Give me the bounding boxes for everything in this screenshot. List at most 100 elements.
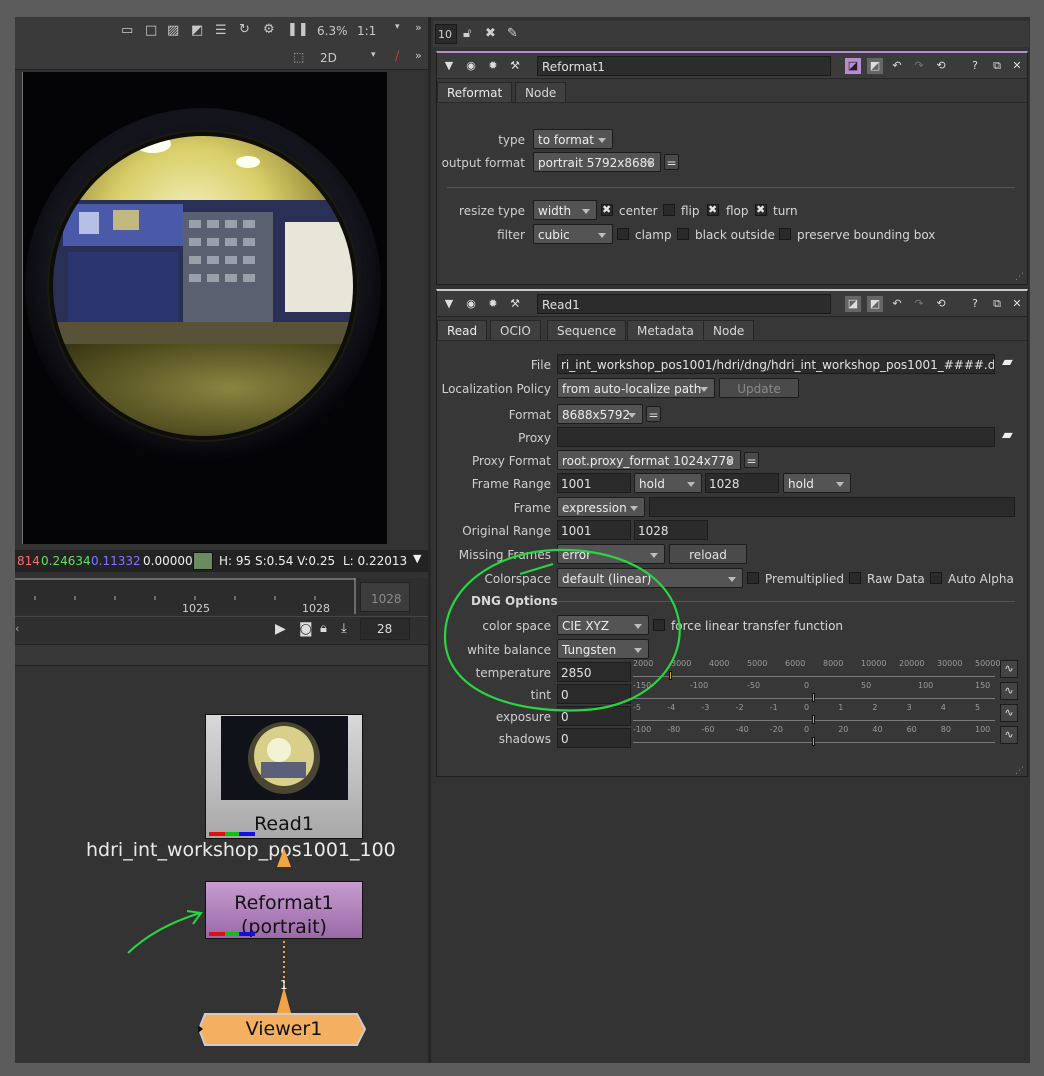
node-color-icon[interactable]: ◪ [845, 58, 861, 74]
frame-mode-dropdown[interactable]: expression [557, 497, 645, 517]
wrench-icon[interactable]: ⚒ [507, 58, 523, 74]
output-format-edit-button[interactable]: = [664, 154, 679, 170]
play-icon[interactable]: ▶ [275, 622, 286, 636]
update-button[interactable]: Update [719, 378, 799, 398]
end-frame-field[interactable]: 1028 [371, 593, 402, 605]
file-path-field[interactable]: ri_int_workshop_pos1001/hdri/dng/hdri_in… [557, 354, 995, 374]
flip-checkbox[interactable] [663, 204, 675, 216]
bug-icon[interactable]: ✹ [485, 58, 501, 74]
lock-panel-icon[interactable]: 🔓︎ [463, 27, 471, 40]
output-format-dropdown[interactable]: portrait 5792x8688 [533, 152, 661, 172]
localization-policy-dropdown[interactable]: from auto-localize path [557, 378, 715, 398]
lock-icon[interactable]: 🔒︎ [320, 622, 327, 635]
original-range-end-field[interactable]: 1028 [634, 520, 708, 540]
proxy-browse-icon[interactable]: ▰ [1002, 428, 1013, 442]
clamp-checkbox[interactable] [617, 228, 629, 240]
file-browse-icon[interactable]: ▰ [1002, 355, 1013, 369]
auto-alpha-checkbox[interactable] [930, 572, 942, 584]
tab-reformat[interactable]: Reformat [437, 82, 513, 102]
redo-icon[interactable]: ↷ [911, 296, 927, 312]
info-dropdown-icon[interactable]: ▼ [413, 553, 421, 564]
refresh-icon[interactable]: ↻ [239, 23, 250, 36]
frame-icon[interactable]: ▭ [121, 24, 133, 37]
collapse-icon[interactable]: ▼ [441, 58, 457, 74]
roi-icon[interactable]: ⬚ [293, 51, 304, 63]
collapse-icon[interactable]: ▼ [441, 296, 457, 312]
max-panels-field[interactable]: 10 [438, 29, 452, 40]
tab-node[interactable]: Node [703, 320, 755, 340]
timeline[interactable]: 1025 1028 1028 ‹ ▶ ◙ 🔒︎ ⤓ 28 [15, 578, 429, 642]
tab-read[interactable]: Read [437, 320, 488, 340]
font-color-icon[interactable]: ◩ [867, 58, 883, 74]
viewer-image[interactable] [22, 72, 387, 544]
wrench-icon[interactable]: ⚒ [507, 296, 523, 312]
exposure-curve-icon[interactable]: ∿ [1000, 704, 1018, 722]
paint-brush-icon[interactable]: ∕ [395, 50, 399, 63]
revert-icon[interactable]: ⟲ [933, 296, 949, 312]
resize-grip-icon[interactable]: ⋰ [1015, 767, 1024, 776]
temperature-curve-icon[interactable]: ∿ [1000, 660, 1018, 678]
shadows-curve-icon[interactable]: ∿ [1000, 726, 1018, 744]
node-color-icon[interactable]: ◪ [845, 296, 861, 312]
premultiplied-checkbox[interactable] [747, 572, 759, 584]
original-range-start-field[interactable]: 1001 [557, 520, 631, 540]
expand-icon-2[interactable]: » [415, 50, 422, 61]
timeline-left-arrow-icon[interactable]: ‹ [15, 623, 19, 634]
center-checkbox[interactable] [601, 203, 613, 216]
pencil-icon[interactable]: ✎ [507, 27, 518, 40]
turn-checkbox[interactable] [755, 203, 767, 216]
proxy-format-edit-button[interactable]: = [744, 452, 759, 468]
format-edit-button[interactable]: = [646, 406, 661, 422]
after-mode-dropdown[interactable]: hold [783, 473, 851, 493]
shadows-field[interactable]: 0 [557, 728, 631, 748]
fps-field[interactable]: 28 [377, 623, 392, 635]
node-graph[interactable]: Read1 hdri_int_workshop_pos1001_100 Refo… [15, 667, 429, 1063]
record-icon[interactable]: ◙ [299, 622, 313, 636]
preserve-bbox-checkbox[interactable] [779, 228, 791, 240]
overlay-icon[interactable]: ◩ [191, 24, 203, 37]
type-dropdown[interactable]: to format [533, 129, 613, 149]
pause-icon[interactable]: ❚❚ [287, 23, 309, 36]
undo-icon[interactable]: ↶ [889, 296, 905, 312]
read-node[interactable]: Read1 [205, 714, 363, 839]
exposure-slider-handle[interactable] [812, 715, 815, 724]
tab-node[interactable]: Node [515, 82, 567, 102]
gear-icon[interactable]: ⚙ [263, 23, 275, 36]
proxy-path-field[interactable] [557, 427, 995, 447]
frame-range-end-field[interactable]: 1028 [705, 473, 779, 493]
clear-panels-icon[interactable]: ✖ [485, 27, 496, 40]
tint-curve-icon[interactable]: ∿ [1000, 682, 1018, 700]
float-icon[interactable]: ⧉ [989, 296, 1005, 312]
tab-ocio[interactable]: OCIO [490, 320, 541, 340]
resize-type-dropdown[interactable]: width [533, 200, 597, 220]
expand-icon[interactable]: » [415, 22, 422, 33]
read-name-field[interactable]: Read1 [537, 294, 831, 314]
revert-icon[interactable]: ⟲ [933, 58, 949, 74]
window-icon[interactable]: □ [145, 24, 157, 37]
frame-range-start-field[interactable]: 1001 [557, 473, 631, 493]
format-dropdown[interactable]: 8688x5792 [557, 404, 643, 424]
ratio-chevron-icon[interactable]: ▾ [395, 23, 400, 32]
help-icon[interactable]: ? [967, 296, 983, 312]
proxy-format-dropdown[interactable]: root.proxy_format 1024x778 [557, 450, 741, 470]
download-icon[interactable]: ⤓ [341, 622, 347, 635]
lines-icon[interactable]: ☰ [215, 24, 227, 37]
tab-metadata[interactable]: Metadata [627, 320, 704, 340]
ratio-select[interactable]: 1:1 [357, 25, 376, 37]
panel-splitter[interactable] [428, 17, 431, 1063]
tab-sequence[interactable]: Sequence [547, 320, 627, 340]
center-node-icon[interactable]: ◉ [463, 58, 479, 74]
shadows-slider-handle[interactable] [812, 737, 815, 746]
frame-expression-field[interactable] [649, 497, 1015, 517]
before-mode-dropdown[interactable]: hold [634, 473, 702, 493]
reformat-node[interactable]: Reformat1 (portrait) [205, 881, 363, 939]
close-icon[interactable]: ✕ [1009, 296, 1025, 312]
redo-icon[interactable]: ↷ [911, 58, 927, 74]
undo-icon[interactable]: ↶ [889, 58, 905, 74]
tint-slider-handle[interactable] [812, 693, 815, 702]
resize-grip-icon[interactable]: ⋰ [1015, 273, 1024, 282]
view-mode-chevron-icon[interactable]: ▾ [371, 51, 376, 60]
float-icon[interactable]: ⧉ [989, 58, 1005, 74]
flop-checkbox[interactable] [707, 203, 719, 216]
bug-icon[interactable]: ✹ [485, 296, 501, 312]
